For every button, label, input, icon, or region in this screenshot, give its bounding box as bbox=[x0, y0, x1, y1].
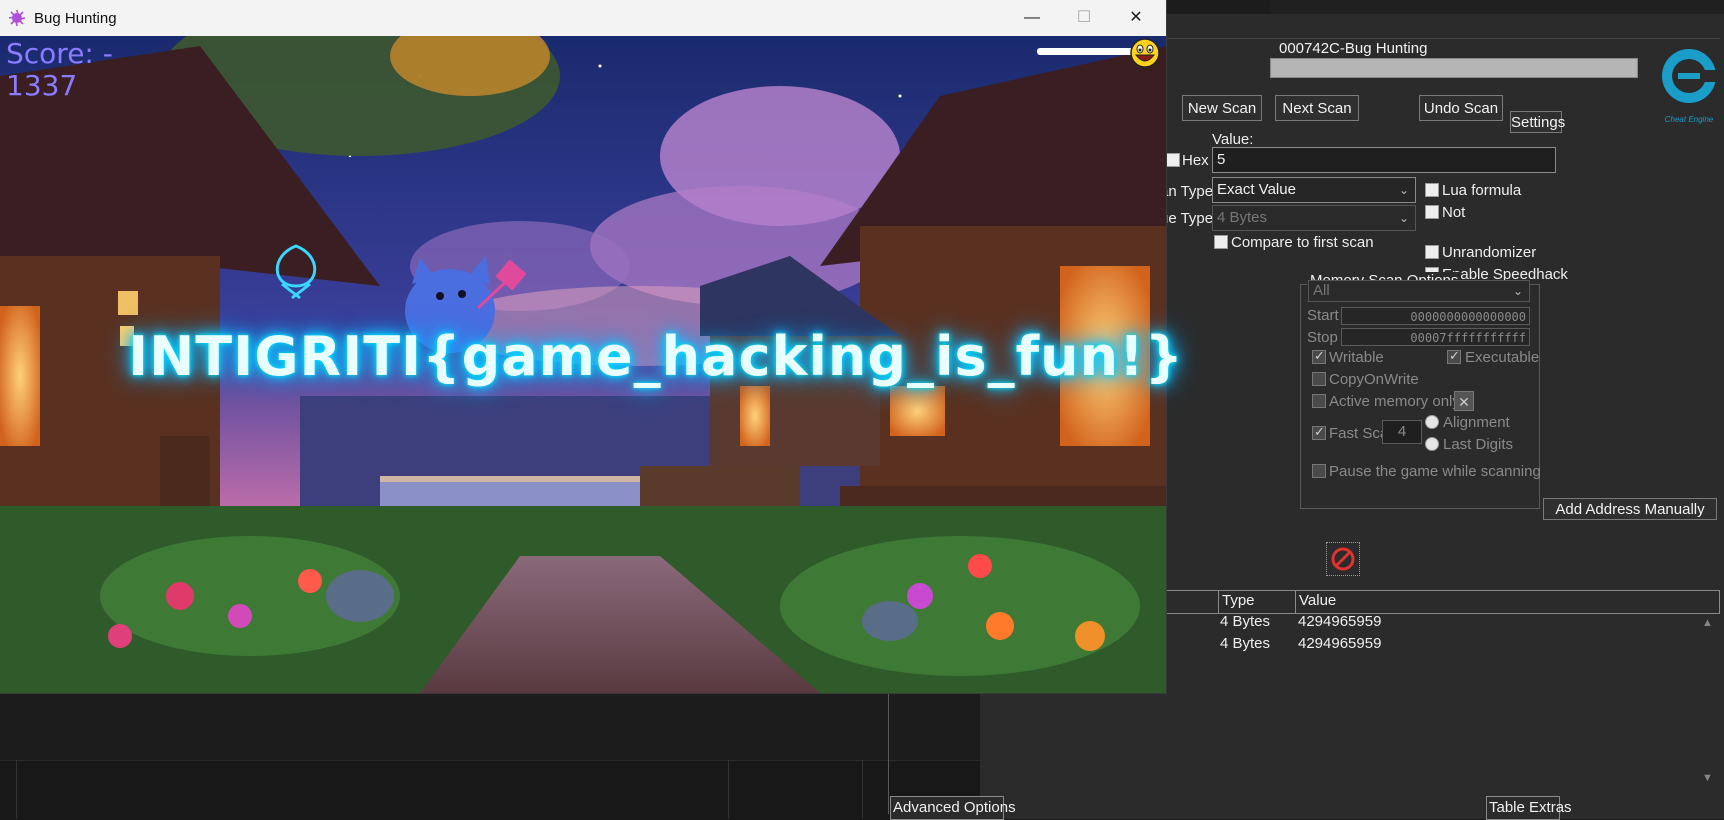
value-label: Value: bbox=[1212, 131, 1254, 148]
chevron-down-icon: ⌄ bbox=[1398, 183, 1409, 197]
copy-on-write-checkbox[interactable] bbox=[1312, 372, 1326, 386]
minimize-button[interactable]: — bbox=[1006, 0, 1058, 36]
bug-app-icon bbox=[8, 9, 26, 27]
flag-text: INTIGRITI{game_hacking_is_fun!} bbox=[128, 325, 1185, 388]
chevron-down-icon: ⌄ bbox=[1398, 211, 1409, 225]
next-scan-button[interactable]: Next Scan bbox=[1275, 95, 1359, 121]
score-label: Score: - bbox=[6, 37, 113, 70]
start-label: Start bbox=[1307, 307, 1339, 324]
scroll-up-icon[interactable]: ▲ bbox=[1702, 617, 1713, 629]
desktop-bottom-strip bbox=[0, 760, 980, 820]
settings-button[interactable]: Settings bbox=[1510, 111, 1565, 133]
desktop-topbar bbox=[1270, 0, 1724, 14]
game-window-title: Bug Hunting bbox=[34, 10, 117, 27]
value-input[interactable]: 5 bbox=[1212, 147, 1556, 173]
close-icon[interactable]: ✕ bbox=[1454, 391, 1474, 411]
svg-text:Cheat Engine: Cheat Engine bbox=[1665, 115, 1714, 124]
process-title: 000742C-Bug Hunting bbox=[1279, 40, 1428, 57]
active-memory-label: Active memory only bbox=[1329, 393, 1460, 410]
scroll-down-icon[interactable]: ▼ bbox=[1702, 772, 1713, 784]
last-digits-radio[interactable] bbox=[1425, 437, 1439, 451]
writable-label: Writable bbox=[1329, 349, 1384, 366]
copy-on-write-label: CopyOnWrite bbox=[1329, 371, 1419, 388]
scan-progress-bar bbox=[1270, 58, 1638, 78]
value-type-select[interactable]: 4 Bytes ⌄ bbox=[1212, 205, 1416, 231]
compare-first-scan-label: Compare to first scan bbox=[1231, 234, 1374, 251]
game-window: Bug Hunting — ☐ ✕ Score: - 1337 INTIGRIT… bbox=[0, 0, 1183, 693]
awesome-face-icon bbox=[1130, 38, 1160, 68]
unrandomizer-label: Unrandomizer bbox=[1442, 244, 1537, 261]
compare-first-scan-checkbox[interactable] bbox=[1214, 235, 1228, 249]
row-value[interactable]: 4294965959 bbox=[1298, 613, 1381, 630]
new-scan-button[interactable]: New Scan bbox=[1182, 95, 1262, 121]
row-value[interactable]: 4294965959 bbox=[1298, 635, 1381, 652]
stop-scan-button[interactable] bbox=[1326, 542, 1360, 576]
score-value: 1337 bbox=[6, 69, 78, 102]
executable-checkbox[interactable] bbox=[1447, 348, 1461, 364]
value-type-value: 4 Bytes bbox=[1217, 209, 1268, 226]
divider bbox=[16, 760, 17, 819]
not-label: Not bbox=[1442, 204, 1466, 221]
column-divider bbox=[1218, 590, 1219, 614]
unrandomizer-checkbox[interactable] bbox=[1425, 245, 1439, 259]
divider bbox=[862, 760, 863, 819]
fast-scan-input[interactable]: 4 bbox=[1382, 420, 1422, 444]
scan-type-label: an Type bbox=[1160, 183, 1214, 200]
stop-icon bbox=[1331, 547, 1355, 571]
scan-type-value: Exact Value bbox=[1217, 181, 1296, 198]
last-digits-label: Last Digits bbox=[1443, 436, 1514, 453]
not-checkbox[interactable] bbox=[1425, 205, 1439, 219]
hex-label: Hex bbox=[1182, 152, 1209, 169]
table-extras-button[interactable]: Table Extras bbox=[1486, 796, 1572, 820]
memory-region-value: All bbox=[1313, 282, 1330, 299]
address-list-panel-edge bbox=[888, 693, 981, 814]
game-titlebar: Bug Hunting — ☐ ✕ bbox=[0, 0, 1166, 36]
active-memory-checkbox[interactable] bbox=[1312, 394, 1326, 408]
value-type-label: ue Type bbox=[1160, 210, 1214, 227]
fast-scan-checkbox[interactable] bbox=[1312, 424, 1326, 440]
pause-game-label: Pause the game while scanning bbox=[1329, 463, 1541, 480]
memory-region-select[interactable]: All ⌄ bbox=[1308, 280, 1530, 302]
close-button[interactable]: ✕ bbox=[1110, 0, 1162, 36]
scan-type-select[interactable]: Exact Value ⌄ bbox=[1212, 177, 1416, 203]
column-header-type[interactable]: Type bbox=[1222, 592, 1255, 609]
column-header-value[interactable]: Value bbox=[1299, 592, 1336, 609]
chevron-down-icon: ⌄ bbox=[1512, 284, 1523, 298]
row-type[interactable]: 4 Bytes bbox=[1220, 635, 1270, 652]
stop-label: Stop bbox=[1307, 329, 1338, 346]
hex-checkbox[interactable] bbox=[1166, 153, 1180, 167]
divider bbox=[728, 760, 729, 819]
add-address-manually-button[interactable]: Add Address Manually bbox=[1543, 498, 1717, 520]
lua-formula-label: Lua formula bbox=[1442, 182, 1522, 199]
score-display: Score: - 1337 bbox=[6, 38, 113, 102]
start-address-input[interactable]: 0000000000000000 bbox=[1341, 307, 1530, 325]
executable-label: Executable bbox=[1465, 349, 1540, 366]
maximize-button[interactable]: ☐ bbox=[1058, 0, 1110, 36]
writable-checkbox[interactable] bbox=[1312, 348, 1326, 364]
lua-formula-checkbox[interactable] bbox=[1425, 183, 1439, 197]
stop-address-input[interactable]: 00007fffffffffff bbox=[1341, 328, 1530, 346]
pause-game-checkbox[interactable] bbox=[1312, 464, 1326, 478]
alignment-label: Alignment bbox=[1443, 414, 1510, 431]
alignment-radio[interactable] bbox=[1425, 415, 1439, 429]
cheat-engine-logo: Cheat Engine bbox=[1662, 49, 1718, 124]
column-divider bbox=[1295, 590, 1296, 614]
health-bar bbox=[1037, 48, 1133, 55]
undo-scan-button[interactable]: Undo Scan bbox=[1419, 95, 1503, 121]
row-type[interactable]: 4 Bytes bbox=[1220, 613, 1270, 630]
